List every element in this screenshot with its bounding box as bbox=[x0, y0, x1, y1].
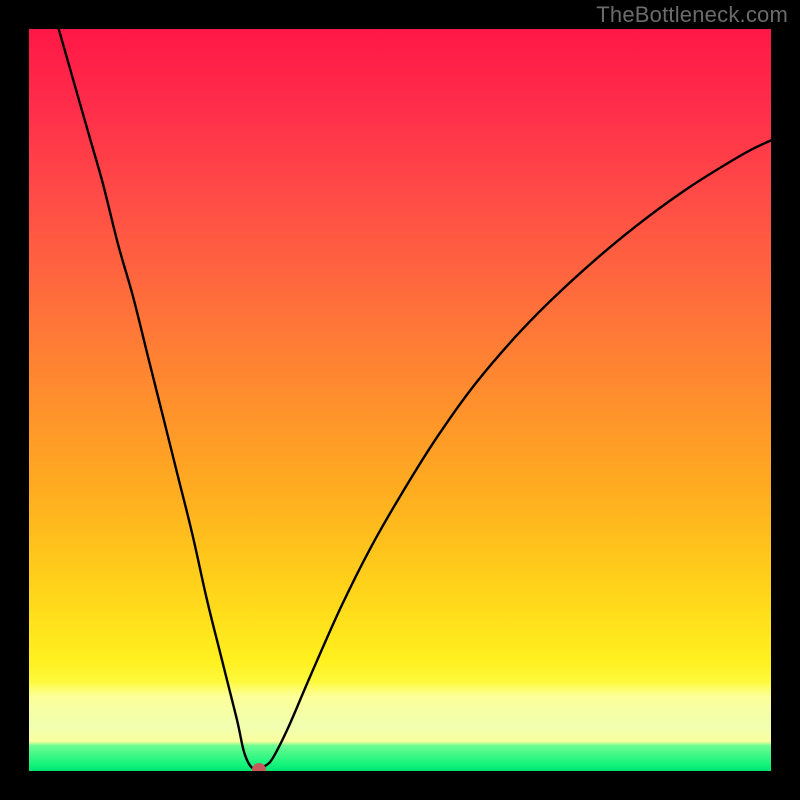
optimal-point-marker bbox=[252, 763, 266, 771]
chart-frame: TheBottleneck.com bbox=[0, 0, 800, 800]
watermark-text: TheBottleneck.com bbox=[596, 2, 788, 28]
bottleneck-curve bbox=[29, 29, 771, 771]
plot-area bbox=[29, 29, 771, 771]
